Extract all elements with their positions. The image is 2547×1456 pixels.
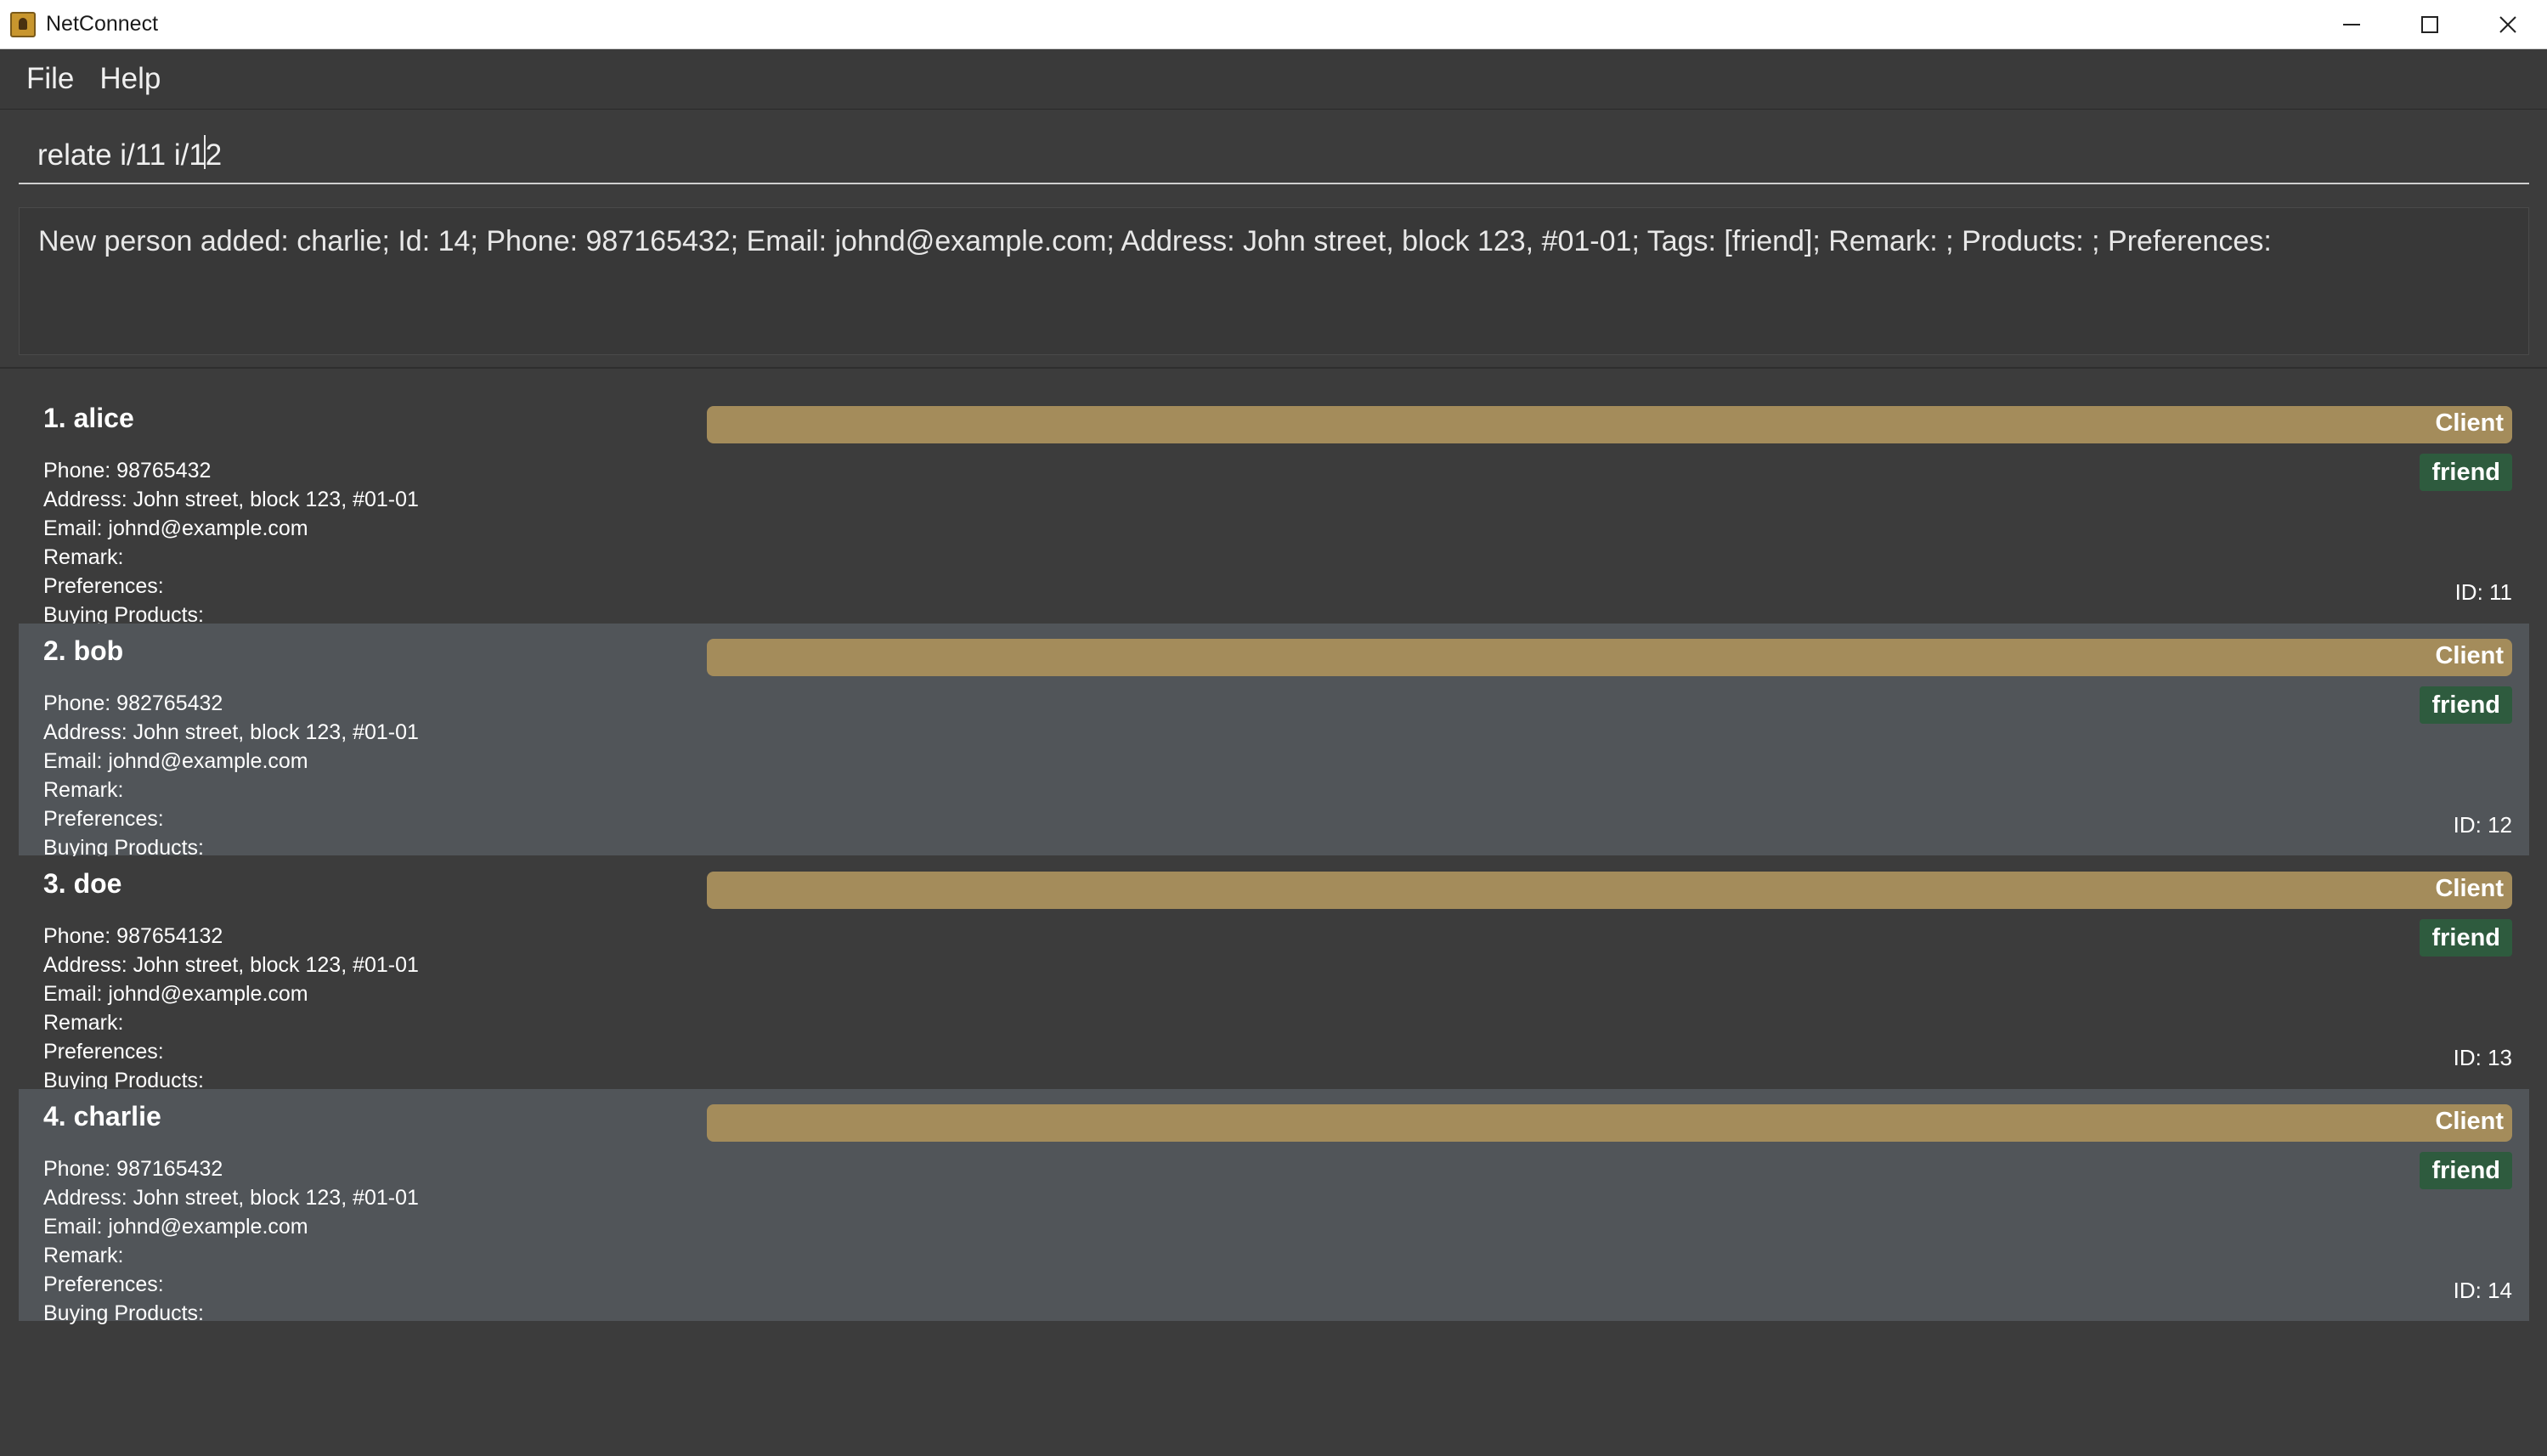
person-id: ID: 12	[2453, 812, 2512, 838]
maximize-icon	[2421, 15, 2438, 33]
person-card[interactable]: 1. alice Phone: 98765432 Address: John s…	[19, 391, 2529, 627]
person-phone: Phone: 98765432	[43, 459, 212, 483]
person-id: ID: 11	[2454, 579, 2512, 605]
menu-file[interactable]: File	[26, 62, 74, 96]
person-name: 2. bob	[43, 635, 124, 666]
person-products: Buying Products:	[43, 1301, 204, 1325]
role-bar: Client	[707, 639, 2512, 676]
person-name: 3. doe	[43, 868, 122, 899]
person-address: Address: John street, block 123, #01-01	[43, 1186, 419, 1210]
maximize-button[interactable]	[2391, 0, 2469, 48]
person-preferences: Preferences:	[43, 1273, 164, 1296]
title-bar: NetConnect	[0, 0, 2547, 49]
close-button[interactable]	[2469, 0, 2547, 48]
person-list[interactable]: 1. alice Phone: 98765432 Address: John s…	[0, 367, 2547, 1456]
person-phone: Phone: 987165432	[43, 1157, 223, 1181]
window-controls	[2313, 0, 2547, 48]
minimize-icon	[2343, 23, 2360, 25]
tag-badge: friend	[2420, 1152, 2512, 1189]
role-label: Client	[2435, 1108, 2504, 1135]
person-phone: Phone: 987654132	[43, 924, 223, 948]
tag-badge: friend	[2420, 686, 2512, 724]
window-title: NetConnect	[46, 12, 159, 36]
tag-badge: friend	[2420, 454, 2512, 491]
role-label: Client	[2435, 875, 2504, 902]
text-caret	[204, 135, 206, 169]
person-name: 4. charlie	[43, 1101, 161, 1132]
person-preferences: Preferences:	[43, 807, 164, 831]
role-bar: Client	[707, 406, 2512, 443]
role-label: Client	[2435, 642, 2504, 669]
person-address: Address: John street, block 123, #01-01	[43, 953, 419, 977]
person-card[interactable]: 4. charlie Phone: 987165432 Address: Joh…	[19, 1089, 2529, 1325]
person-id: ID: 13	[2453, 1045, 2512, 1070]
role-bar: Client	[707, 872, 2512, 909]
close-icon	[2499, 15, 2516, 33]
person-email: Email: johnd@example.com	[43, 516, 308, 540]
app-icon	[10, 11, 36, 37]
person-address: Address: John street, block 123, #01-01	[43, 488, 419, 511]
person-remark: Remark:	[43, 1011, 124, 1035]
person-address: Address: John street, block 123, #01-01	[43, 720, 419, 744]
person-id: ID: 14	[2453, 1278, 2512, 1303]
person-email: Email: johnd@example.com	[43, 749, 308, 773]
person-remark: Remark:	[43, 1244, 124, 1267]
result-display: New person added: charlie; Id: 14; Phone…	[19, 207, 2529, 355]
person-preferences: Preferences:	[43, 1040, 164, 1064]
menu-help[interactable]: Help	[99, 62, 161, 96]
person-preferences: Preferences:	[43, 574, 164, 598]
person-card[interactable]: 2. bob Phone: 982765432 Address: John st…	[19, 624, 2529, 860]
minimize-button[interactable]	[2313, 0, 2391, 48]
command-input[interactable]	[19, 128, 2529, 184]
person-name: 1. alice	[43, 403, 134, 433]
command-box	[0, 110, 2547, 193]
role-bar: Client	[707, 1104, 2512, 1142]
person-email: Email: johnd@example.com	[43, 1215, 308, 1239]
person-remark: Remark:	[43, 778, 124, 802]
role-label: Client	[2435, 409, 2504, 437]
person-email: Email: johnd@example.com	[43, 982, 308, 1006]
tag-badge: friend	[2420, 919, 2512, 957]
menu-bar: File Help	[0, 49, 2547, 110]
person-card[interactable]: 3. doe Phone: 987654132 Address: John st…	[19, 856, 2529, 1092]
person-phone: Phone: 982765432	[43, 691, 223, 715]
person-remark: Remark:	[43, 545, 124, 569]
